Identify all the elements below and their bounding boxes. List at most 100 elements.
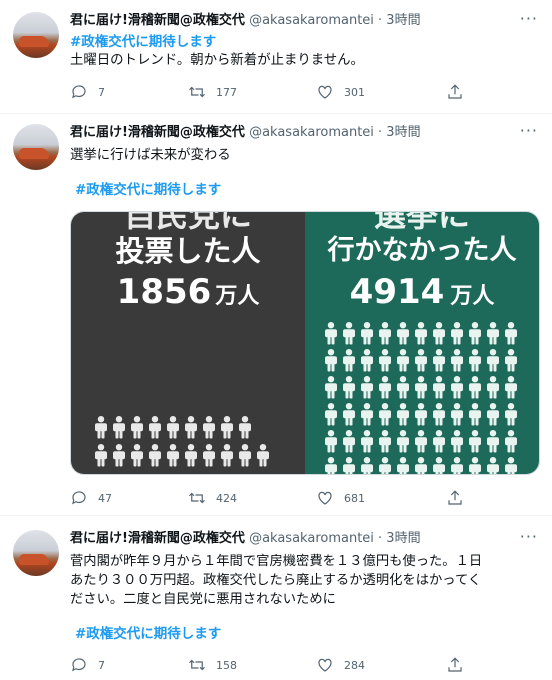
- person-pictogram: [451, 457, 463, 474]
- share-icon: [448, 84, 462, 99]
- retweet-button[interactable]: 177: [188, 81, 237, 103]
- retweet-button[interactable]: 424: [188, 487, 237, 509]
- tweet-2[interactable]: 君に届け!滑稽新聞@政権交代 @akasakaromantei · 3時間 ··…: [0, 114, 552, 516]
- person-pictogram: [505, 430, 517, 453]
- tweet-actions: 47 424 681: [70, 487, 470, 509]
- person-pictogram: [433, 457, 445, 474]
- person-pictogram: [505, 349, 517, 372]
- person-pictogram: [415, 322, 427, 345]
- like-icon: [318, 85, 332, 99]
- image-left-unit: 万人: [215, 284, 260, 309]
- reply-button[interactable]: 7: [70, 654, 105, 676]
- retweet-icon: [189, 86, 205, 98]
- reply-icon: [72, 85, 86, 99]
- tweet-text-line: 菅内閣が昨年９月から１年間で官房機密費を１３億円も使った。１日: [70, 554, 483, 569]
- person-pictogram: [379, 403, 391, 426]
- share-button[interactable]: [446, 487, 464, 509]
- more-icon[interactable]: ···: [520, 10, 538, 28]
- person-pictogram: [203, 416, 215, 439]
- person-pictogram: [397, 322, 409, 345]
- person-pictogram: [505, 322, 517, 345]
- retweet-icon: [189, 492, 205, 504]
- image-left-people: [95, 416, 269, 467]
- retweet-icon: [189, 659, 205, 671]
- person-pictogram: [343, 322, 355, 345]
- share-button[interactable]: [446, 81, 464, 103]
- like-button[interactable]: 301: [316, 81, 365, 103]
- person-pictogram: [487, 430, 499, 453]
- person-pictogram: [451, 376, 463, 399]
- image-right-line2: 行かなかった人: [327, 235, 517, 266]
- handle-time[interactable]: @akasakaromantei · 3時間: [249, 125, 421, 140]
- tweet-actions: 7 177 301: [70, 81, 470, 103]
- person-pictogram: [415, 430, 427, 453]
- person-pictogram: [469, 376, 481, 399]
- like-button[interactable]: 284: [316, 654, 365, 676]
- avatar[interactable]: [13, 124, 59, 170]
- person-pictogram: [505, 403, 517, 426]
- person-pictogram: [379, 349, 391, 372]
- share-button[interactable]: [446, 654, 464, 676]
- more-icon[interactable]: ···: [520, 528, 538, 546]
- more-icon[interactable]: ···: [520, 122, 538, 140]
- person-pictogram: [451, 349, 463, 372]
- person-pictogram: [487, 349, 499, 372]
- like-count: 301: [344, 85, 365, 99]
- person-pictogram: [469, 349, 481, 372]
- like-count: 284: [344, 658, 365, 672]
- handle-time[interactable]: @akasakaromantei · 3時間: [249, 13, 421, 28]
- reply-button[interactable]: 7: [70, 81, 105, 103]
- tweet-header: 君に届け!滑稽新聞@政権交代 @akasakaromantei · 3時間: [70, 12, 421, 30]
- person-pictogram: [325, 349, 337, 372]
- person-pictogram: [433, 376, 445, 399]
- person-pictogram: [451, 403, 463, 426]
- image-left-number-row: 1856 万人: [71, 272, 305, 317]
- avatar[interactable]: [13, 12, 59, 58]
- avatar[interactable]: [13, 530, 59, 576]
- handle-time[interactable]: @akasakaromantei · 3時間: [249, 531, 421, 546]
- person-pictogram: [505, 457, 517, 474]
- like-button[interactable]: 681: [316, 487, 365, 509]
- person-pictogram: [221, 416, 233, 439]
- person-pictogram: [167, 416, 179, 439]
- person-pictogram: [415, 349, 427, 372]
- hashtag-link[interactable]: #政権交代に期待します: [75, 181, 221, 199]
- display-name[interactable]: 君に届け!滑稽新聞@政権交代: [70, 125, 245, 140]
- person-pictogram: [397, 403, 409, 426]
- display-name[interactable]: 君に届け!滑稽新聞@政権交代: [70, 531, 245, 546]
- share-icon: [448, 657, 462, 672]
- person-pictogram: [325, 403, 337, 426]
- tweet-actions: 7 158 284: [70, 654, 470, 676]
- person-pictogram: [397, 376, 409, 399]
- display-name[interactable]: 君に届け!滑稽新聞@政権交代: [70, 13, 245, 28]
- person-pictogram: [113, 444, 125, 467]
- like-icon: [318, 491, 332, 505]
- person-pictogram: [487, 322, 499, 345]
- reply-count: 7: [98, 658, 105, 672]
- hashtag-link[interactable]: #政権交代に期待します: [75, 625, 221, 643]
- retweet-count: 424: [216, 491, 237, 505]
- person-pictogram: [469, 403, 481, 426]
- tweet-image[interactable]: 自民党に 投票した人 1856 万人 選挙に 行かなかった人 4914 万人: [70, 211, 540, 475]
- image-right-number-row: 4914 万人: [305, 272, 539, 317]
- person-pictogram: [433, 322, 445, 345]
- person-pictogram: [433, 403, 445, 426]
- person-pictogram: [451, 322, 463, 345]
- person-pictogram: [361, 430, 373, 453]
- hashtag-link[interactable]: #政権交代に期待します: [70, 33, 216, 51]
- person-pictogram: [379, 376, 391, 399]
- image-left-panel: 自民党に 投票した人 1856 万人: [71, 212, 305, 474]
- person-pictogram: [131, 416, 143, 439]
- retweet-button[interactable]: 158: [188, 654, 237, 676]
- person-pictogram: [343, 376, 355, 399]
- person-pictogram: [167, 444, 179, 467]
- tweet-text-line: ださい。二度と自民党に悪用されないために: [70, 592, 336, 607]
- person-pictogram: [325, 376, 337, 399]
- person-pictogram: [343, 349, 355, 372]
- image-left-line2: 投票した人: [115, 234, 261, 268]
- tweet-3[interactable]: 君に届け!滑稽新聞@政権交代 @akasakaromantei · 3時間 ··…: [0, 516, 552, 680]
- tweet-1[interactable]: 君に届け!滑稽新聞@政権交代 @akasakaromantei · 3時間 ··…: [0, 0, 552, 114]
- reply-button[interactable]: 47: [70, 487, 112, 509]
- person-pictogram: [95, 444, 107, 467]
- person-pictogram: [343, 430, 355, 453]
